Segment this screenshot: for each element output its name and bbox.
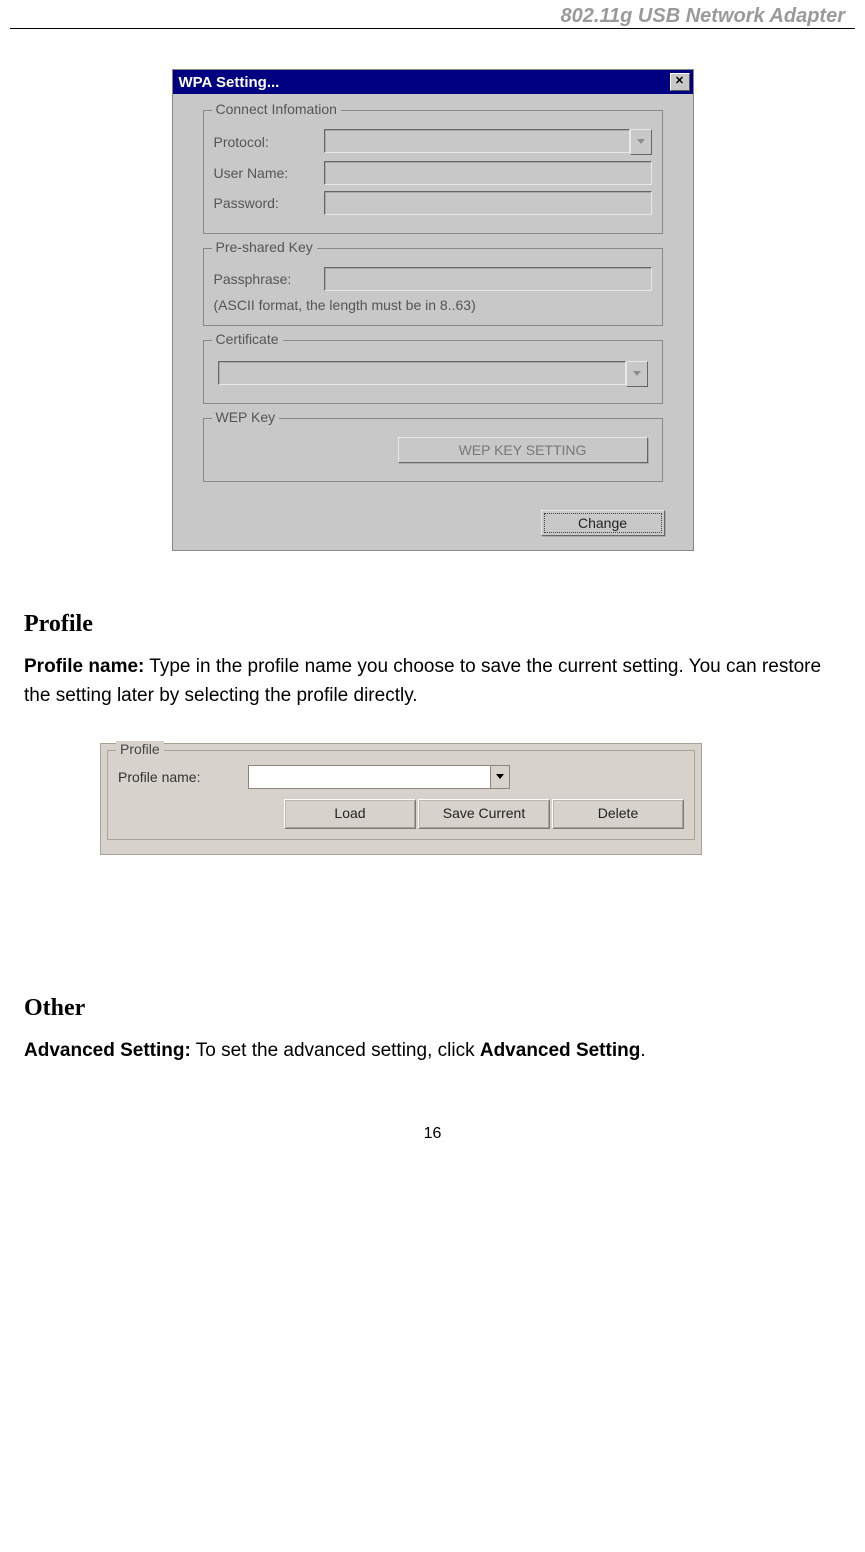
passphrase-hint: (ASCII format, the length must be in 8..… (214, 297, 652, 313)
profile-dialog: Profile Profile name: Load Save Current … (100, 743, 702, 855)
passphrase-label: Passphrase: (214, 271, 324, 287)
wpa-setting-dialog: WPA Setting... ✕ Connect Infomation Prot… (172, 69, 694, 551)
advanced-setting-link-text: Advanced Setting (480, 1040, 640, 1061)
wep-key-group: WEP Key WEP KEY SETTING (203, 418, 663, 482)
certificate-group: Certificate (203, 340, 663, 404)
profile-heading: Profile (24, 611, 841, 638)
other-paragraph: Advanced Setting: To set the advanced se… (24, 1036, 845, 1065)
username-label: User Name: (214, 165, 324, 181)
protocol-label: Protocol: (214, 134, 324, 150)
protocol-select[interactable] (324, 129, 630, 153)
profile-text: Type in the profile name you choose to s… (24, 656, 821, 706)
profile-name-label: Profile name: (118, 769, 248, 785)
username-input[interactable] (324, 161, 652, 185)
certificate-select[interactable] (218, 361, 626, 385)
group-legend: WEP Key (212, 409, 280, 425)
profile-paragraph: Profile name: Type in the profile name y… (24, 652, 845, 711)
profile-name-combo[interactable] (248, 765, 510, 789)
passphrase-input[interactable] (324, 267, 652, 291)
profile-group: Profile Profile name: Load Save Current … (107, 750, 695, 840)
password-label: Password: (214, 195, 324, 211)
group-legend: Certificate (212, 331, 283, 347)
delete-button[interactable]: Delete (552, 799, 684, 829)
dialog-titlebar: WPA Setting... ✕ (173, 70, 693, 94)
chevron-down-icon[interactable] (626, 361, 648, 387)
page-header: 802.11g USB Network Adapter (10, 0, 855, 29)
dialog-title: WPA Setting... (179, 74, 280, 91)
save-current-button[interactable]: Save Current (418, 799, 550, 829)
group-legend: Pre-shared Key (212, 239, 317, 255)
other-heading: Other (24, 995, 841, 1022)
close-icon[interactable]: ✕ (670, 73, 690, 91)
chevron-down-icon[interactable] (630, 129, 652, 155)
advanced-setting-bold: Advanced Setting: (24, 1040, 191, 1061)
profile-name-bold: Profile name: (24, 656, 144, 677)
password-input[interactable] (324, 191, 652, 215)
change-button[interactable]: Change (541, 510, 665, 536)
chevron-down-icon[interactable] (490, 766, 509, 788)
other-text1: To set the advanced setting, click (191, 1040, 480, 1061)
load-button[interactable]: Load (284, 799, 416, 829)
preshared-key-group: Pre-shared Key Passphrase: (ASCII format… (203, 248, 663, 326)
wep-key-setting-button[interactable]: WEP KEY SETTING (398, 437, 648, 463)
profile-name-input[interactable] (249, 766, 490, 788)
dialog-body: Connect Infomation Protocol: User Name: … (173, 94, 693, 506)
page-number: 16 (0, 1125, 865, 1163)
group-legend: Profile (116, 741, 164, 757)
group-legend: Connect Infomation (212, 101, 341, 117)
connect-information-group: Connect Infomation Protocol: User Name: … (203, 110, 663, 234)
other-text2: . (640, 1040, 645, 1061)
